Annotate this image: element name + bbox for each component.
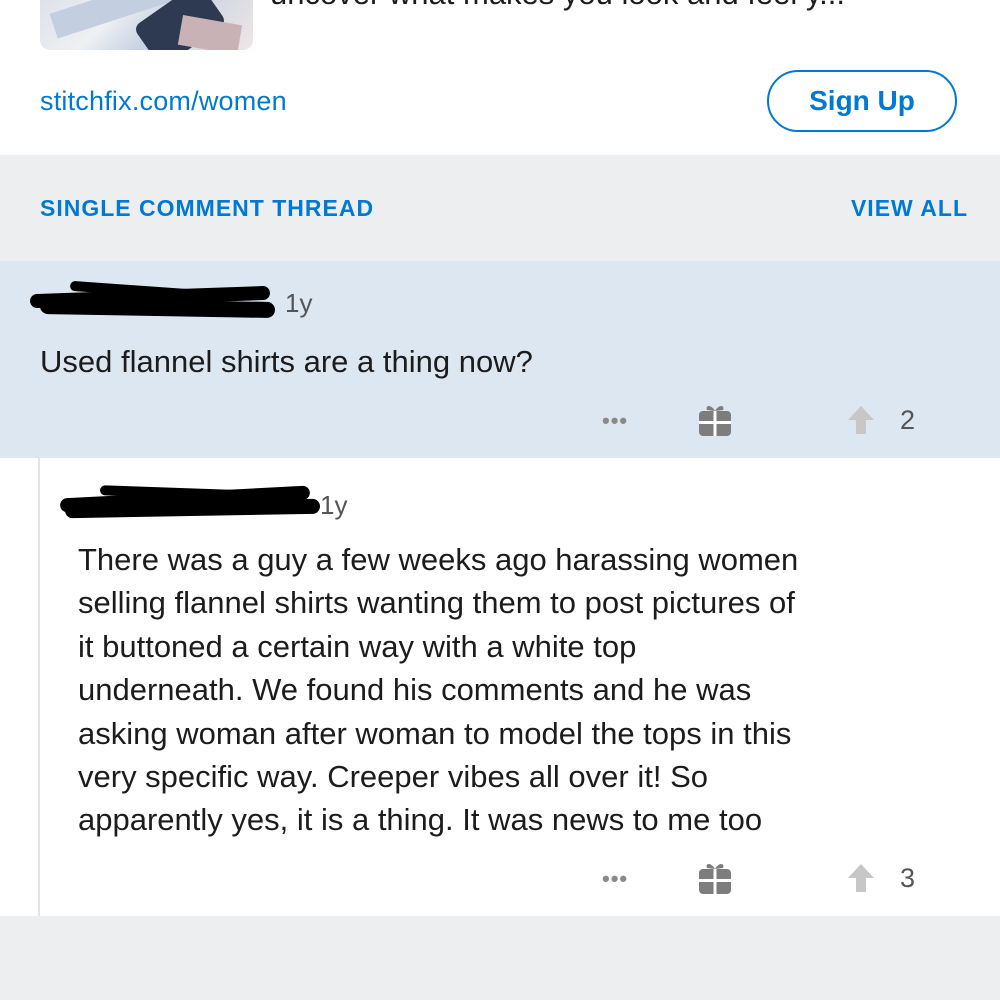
- comment-line: apparently yes, it is a thing. It was ne…: [78, 802, 763, 838]
- gift-icon[interactable]: [697, 860, 733, 896]
- comment-line: selling flannel shirts wanting them to p…: [78, 585, 795, 621]
- footer-spacer: [0, 916, 1000, 1000]
- comment-line: very specific way. Creeper vibes all ove…: [78, 759, 708, 795]
- comment-age: 1y: [285, 288, 313, 318]
- comment-line: asking woman after woman to model the to…: [78, 715, 792, 751]
- comment-line: There was a guy a few weeks ago harassin…: [78, 542, 799, 577]
- gift-icon[interactable]: [697, 402, 733, 438]
- upvote-arrow-icon[interactable]: [846, 862, 876, 894]
- upvote-count: 2: [900, 405, 916, 435]
- comment-line: it buttoned a certain way with a white t…: [78, 628, 637, 664]
- promoted-ad: uncover what makes you look and feel y..…: [0, 0, 1000, 155]
- ad-link[interactable]: stitchfix.com/women: [40, 86, 287, 117]
- comment-body: There was a guy a few weeks ago harassin…: [78, 538, 978, 842]
- comment-line: underneath. We found his comments and he…: [78, 672, 752, 708]
- more-options-icon[interactable]: •••: [602, 866, 628, 892]
- comment-body: Used flannel shirts are a thing now?: [40, 344, 533, 379]
- view-all-link[interactable]: VIEW ALL: [851, 195, 968, 222]
- ad-teaser-text: uncover what makes you look and feel y..…: [270, 0, 990, 16]
- thread-title: SINGLE COMMENT THREAD: [40, 195, 375, 221]
- sign-up-button[interactable]: Sign Up: [767, 70, 957, 132]
- ad-thumbnail-image[interactable]: [40, 0, 253, 50]
- upvote-arrow-icon[interactable]: [846, 404, 876, 436]
- upvote-count: 3: [900, 863, 916, 893]
- comment-age: 1y: [320, 490, 348, 520]
- thread-header: SINGLE COMMENT THREAD VIEW ALL: [0, 155, 1000, 261]
- more-options-icon[interactable]: •••: [602, 408, 628, 434]
